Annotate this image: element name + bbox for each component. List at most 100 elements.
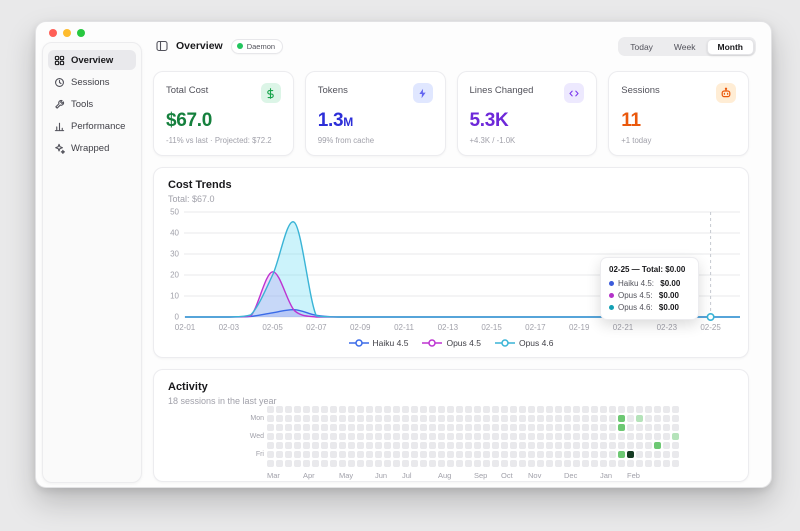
activity-cell[interactable] <box>636 451 643 458</box>
legend-item-haiku-4-5[interactable]: Haiku 4.5 <box>349 338 409 348</box>
activity-cell[interactable] <box>483 451 490 458</box>
activity-cell[interactable] <box>429 460 436 467</box>
activity-cell[interactable] <box>330 442 337 449</box>
activity-cell[interactable] <box>348 433 355 440</box>
activity-cell[interactable] <box>429 406 436 413</box>
zoom-window-button[interactable] <box>77 29 85 37</box>
activity-cell[interactable] <box>456 442 463 449</box>
activity-cell[interactable] <box>312 460 319 467</box>
activity-cell[interactable] <box>627 406 634 413</box>
activity-cell[interactable] <box>393 406 400 413</box>
activity-cell[interactable] <box>609 433 616 440</box>
activity-cell[interactable] <box>285 433 292 440</box>
activity-cell[interactable] <box>564 406 571 413</box>
activity-cell[interactable] <box>636 415 643 422</box>
activity-cell[interactable] <box>438 442 445 449</box>
daemon-status-badge[interactable]: Daemon <box>231 39 283 54</box>
activity-cell[interactable] <box>654 424 661 431</box>
activity-cell[interactable] <box>375 424 382 431</box>
activity-cell[interactable] <box>303 406 310 413</box>
activity-cell[interactable] <box>492 433 499 440</box>
activity-cell[interactable] <box>384 415 391 422</box>
activity-cell[interactable] <box>627 433 634 440</box>
activity-cell[interactable] <box>501 406 508 413</box>
activity-cell[interactable] <box>375 442 382 449</box>
activity-cell[interactable] <box>375 460 382 467</box>
activity-cell[interactable] <box>456 424 463 431</box>
activity-cell[interactable] <box>285 451 292 458</box>
activity-cell[interactable] <box>348 460 355 467</box>
sidebar-item-sessions[interactable]: Sessions <box>48 72 136 92</box>
activity-cell[interactable] <box>510 415 517 422</box>
activity-cell[interactable] <box>267 433 274 440</box>
activity-cell[interactable] <box>312 433 319 440</box>
activity-cell[interactable] <box>564 424 571 431</box>
activity-cell[interactable] <box>438 451 445 458</box>
activity-cell[interactable] <box>519 415 526 422</box>
activity-cell[interactable] <box>672 433 679 440</box>
activity-cell[interactable] <box>537 406 544 413</box>
activity-cell[interactable] <box>618 442 625 449</box>
activity-cell[interactable] <box>294 460 301 467</box>
activity-cell[interactable] <box>591 451 598 458</box>
activity-cell[interactable] <box>618 406 625 413</box>
activity-cell[interactable] <box>654 406 661 413</box>
activity-cell[interactable] <box>420 406 427 413</box>
range-tab-month[interactable]: Month <box>707 39 755 55</box>
activity-cell[interactable] <box>528 415 535 422</box>
activity-cell[interactable] <box>672 442 679 449</box>
activity-cell[interactable] <box>366 442 373 449</box>
activity-cell[interactable] <box>546 424 553 431</box>
activity-cell[interactable] <box>672 415 679 422</box>
activity-cell[interactable] <box>492 442 499 449</box>
activity-cell[interactable] <box>465 424 472 431</box>
activity-cell[interactable] <box>663 451 670 458</box>
activity-cell[interactable] <box>510 460 517 467</box>
activity-cell[interactable] <box>501 424 508 431</box>
activity-cell[interactable] <box>645 442 652 449</box>
activity-cell[interactable] <box>402 442 409 449</box>
activity-cell[interactable] <box>627 415 634 422</box>
activity-cell[interactable] <box>393 451 400 458</box>
activity-cell[interactable] <box>528 424 535 431</box>
activity-cell[interactable] <box>411 406 418 413</box>
activity-cell[interactable] <box>645 433 652 440</box>
activity-cell[interactable] <box>663 433 670 440</box>
activity-cell[interactable] <box>456 415 463 422</box>
activity-cell[interactable] <box>582 433 589 440</box>
activity-cell[interactable] <box>429 451 436 458</box>
activity-cell[interactable] <box>582 460 589 467</box>
activity-cell[interactable] <box>456 406 463 413</box>
activity-cell[interactable] <box>609 424 616 431</box>
activity-cell[interactable] <box>366 424 373 431</box>
activity-cell[interactable] <box>501 433 508 440</box>
activity-cell[interactable] <box>366 415 373 422</box>
activity-cell[interactable] <box>339 415 346 422</box>
activity-cell[interactable] <box>645 460 652 467</box>
activity-cell[interactable] <box>564 415 571 422</box>
activity-cell[interactable] <box>375 433 382 440</box>
activity-cell[interactable] <box>474 406 481 413</box>
activity-cell[interactable] <box>636 460 643 467</box>
activity-cell[interactable] <box>402 406 409 413</box>
activity-cell[interactable] <box>510 424 517 431</box>
activity-cell[interactable] <box>267 451 274 458</box>
activity-cell[interactable] <box>564 460 571 467</box>
activity-cell[interactable] <box>609 406 616 413</box>
activity-cell[interactable] <box>519 406 526 413</box>
activity-cell[interactable] <box>366 406 373 413</box>
activity-cell[interactable] <box>573 460 580 467</box>
activity-cell[interactable] <box>303 451 310 458</box>
activity-cell[interactable] <box>357 460 364 467</box>
activity-cell[interactable] <box>303 460 310 467</box>
activity-cell[interactable] <box>609 442 616 449</box>
activity-cell[interactable] <box>411 460 418 467</box>
activity-cell[interactable] <box>555 424 562 431</box>
activity-cell[interactable] <box>600 442 607 449</box>
activity-cell[interactable] <box>303 424 310 431</box>
activity-cell[interactable] <box>528 406 535 413</box>
activity-cell[interactable] <box>447 442 454 449</box>
activity-cell[interactable] <box>483 460 490 467</box>
activity-cell[interactable] <box>672 424 679 431</box>
activity-cell[interactable] <box>600 451 607 458</box>
